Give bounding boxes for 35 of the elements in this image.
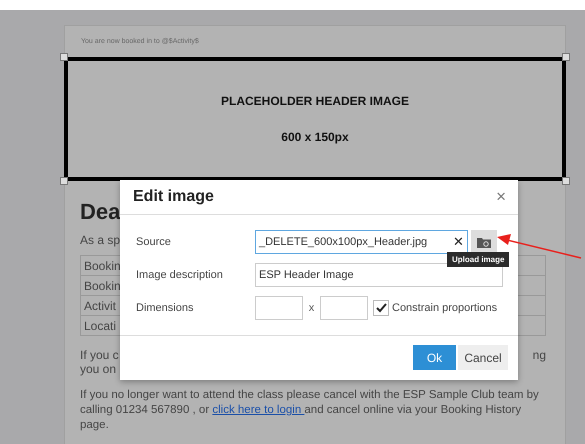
resize-handle[interactable] bbox=[562, 53, 570, 61]
height-field[interactable] bbox=[320, 296, 368, 320]
cancel-button[interactable]: Cancel bbox=[458, 345, 508, 370]
clear-button[interactable]: ✕ bbox=[453, 234, 464, 249]
cancel-paragraph: If you no longer want to attend the class please cancel with the ESP Sample Club team by calling 01234 567890 , or click here to login and cancel online via your Booking History page. bbox=[80, 388, 540, 433]
tooltip: Upload image bbox=[447, 252, 510, 267]
ok-button[interactable]: Ok bbox=[413, 345, 456, 370]
source-label: Source bbox=[136, 236, 172, 248]
placeholder-size: 600 x 150px bbox=[281, 130, 349, 144]
table-cell: Locati bbox=[84, 318, 116, 332]
dialog-title: Edit image bbox=[133, 188, 214, 206]
note-text: If you c bbox=[80, 348, 119, 362]
table-cell: Activit bbox=[84, 298, 116, 312]
source-field[interactable]: _DELETE_600x100px_Header.jpg ✕ bbox=[255, 230, 468, 254]
login-link[interactable]: click here to login bbox=[212, 404, 304, 416]
constrain-label: Constrain proportions bbox=[392, 302, 498, 314]
resize-handle[interactable] bbox=[60, 177, 68, 185]
description-label: Image description bbox=[136, 268, 224, 280]
folder-icon bbox=[477, 236, 491, 248]
table-cell: Bookin bbox=[84, 278, 121, 292]
greeting-heading: Dea bbox=[80, 199, 120, 225]
note-text: you on bbox=[80, 362, 118, 376]
width-field[interactable] bbox=[255, 296, 303, 320]
table-cell: Bookin bbox=[84, 258, 121, 272]
dimensions-label: Dimensions bbox=[136, 302, 194, 314]
constrain-checkbox[interactable] bbox=[373, 300, 389, 316]
description-field[interactable]: ESP Header Image bbox=[255, 262, 503, 286]
resize-handle[interactable] bbox=[562, 177, 570, 185]
intro-text: As a sp bbox=[80, 233, 120, 247]
resize-handle[interactable] bbox=[60, 53, 68, 61]
note-text: ng bbox=[532, 348, 546, 362]
placeholder-title: PLACEHOLDER HEADER IMAGE bbox=[220, 94, 409, 108]
upload-button[interactable] bbox=[471, 230, 497, 254]
close-button[interactable]: × bbox=[494, 187, 508, 207]
times-text: x bbox=[308, 302, 316, 314]
